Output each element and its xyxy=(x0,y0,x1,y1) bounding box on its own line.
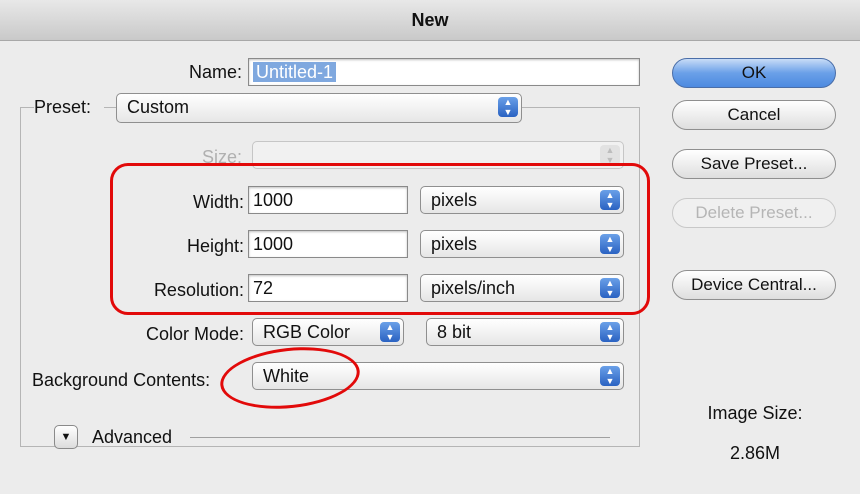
image-size-label: Image Size: xyxy=(707,403,803,423)
background-contents-label: Background Contents: xyxy=(32,370,211,390)
name-label: Name: xyxy=(188,62,242,82)
advanced-label: Advanced xyxy=(92,427,173,447)
updown-arrow-icon: ▲ ▼ xyxy=(600,145,620,165)
advanced-divider xyxy=(190,437,610,438)
window-title: New xyxy=(0,0,860,41)
bit-depth-popup[interactable]: 8 bit ▲ ▼ xyxy=(426,318,624,346)
color-mode-label: Color Mode: xyxy=(145,324,244,344)
disclosure-triangle-icon[interactable]: ▼ xyxy=(54,425,78,449)
color-mode-value: RGB Color xyxy=(263,322,351,342)
updown-arrow-icon: ▲ ▼ xyxy=(600,366,620,386)
device-central-button[interactable]: Device Central... xyxy=(672,270,836,300)
updown-arrow-icon: ▲ ▼ xyxy=(380,322,400,342)
preset-popup[interactable]: Custom ▲ ▼ xyxy=(116,93,522,123)
image-size-value: 2.86M xyxy=(729,443,781,463)
preset-label: Preset: xyxy=(34,97,104,118)
name-value: Untitled-1 xyxy=(253,62,337,82)
save-preset-button[interactable]: Save Preset... xyxy=(672,149,836,179)
annotation-highlight-box xyxy=(110,163,650,315)
color-mode-popup[interactable]: RGB Color ▲ ▼ xyxy=(252,318,404,346)
cancel-button[interactable]: Cancel xyxy=(672,100,836,130)
updown-arrow-icon: ▲ ▼ xyxy=(600,322,620,342)
updown-arrow-icon: ▲ ▼ xyxy=(498,97,518,117)
ok-button[interactable]: OK xyxy=(672,58,836,88)
name-field[interactable]: Untitled-1 xyxy=(248,58,640,86)
delete-preset-button: Delete Preset... xyxy=(672,198,836,228)
preset-value: Custom xyxy=(127,97,190,117)
bit-depth-value: 8 bit xyxy=(437,322,472,342)
